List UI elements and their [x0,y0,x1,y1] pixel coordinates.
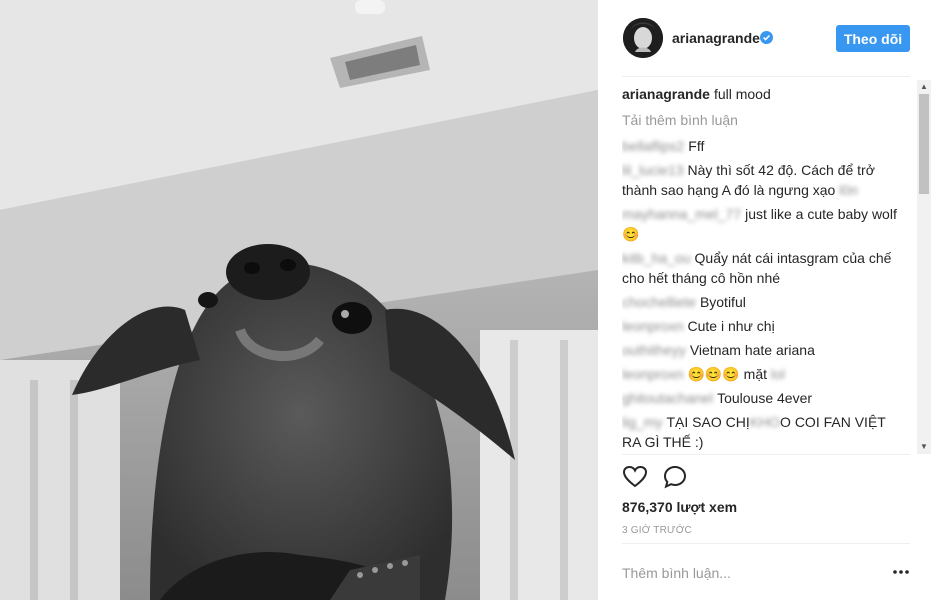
comment-username[interactable]: leonproxn [622,366,684,382]
comment-text: 😊😊😊 mặt [687,366,768,382]
comment-username[interactable]: ghitoutachanel [622,390,713,406]
comment-item: bellaflips2 Fff [622,136,908,156]
avatar[interactable] [623,18,663,58]
comment-username[interactable]: lil_lucie13 [622,162,683,178]
three-dots-icon[interactable] [892,563,910,581]
add-comment-input[interactable]: Thêm bình luận... [622,565,872,581]
comment-item: outhitheyy Vietnam hate ariana [622,340,908,360]
comment-text: TẠI SAO CHỊ [666,414,750,430]
comment-item: leonproxn 😊😊😊 mặt lol [622,364,908,384]
caption-text: full mood [713,86,771,102]
comment-masked-word: KHO [749,414,781,430]
comment-username[interactable]: leonproxn [622,318,684,334]
caption-username[interactable]: arianagrande [622,86,710,102]
scroll-down-arrow-icon[interactable]: ▼ [917,440,931,454]
comment-item: chochelliete Byotiful [622,292,908,312]
divider [622,76,910,77]
scrollbar-thumb[interactable] [919,94,929,194]
speech-bubble-icon[interactable] [662,464,688,490]
comment-username[interactable]: bellaflips2 [622,138,684,154]
comment-text: Vietnam hate ariana [689,342,815,358]
post-media[interactable] [0,0,598,600]
comment-text: Fff [688,138,705,154]
comment-item: kitb_ha_ou Quẩy nát cái intasgram của chế… [622,248,908,288]
comment-text: Byotiful [699,294,746,310]
comment-text: Toulouse 4ever [717,390,813,406]
avatar-image [623,18,663,58]
heart-outline-icon[interactable] [622,464,648,490]
comment-masked-word: lol [770,366,785,382]
divider [622,454,910,455]
follow-button[interactable]: Theo dõi [836,25,910,52]
comments-list[interactable]: arianagrande full mood Tải thêm bình luận… [622,84,908,454]
post-sidebar: arianagrande Theo dõi arianagrande full m… [598,0,933,600]
post-timestamp[interactable]: 3 GIỜ TRƯỚC [622,525,692,536]
scroll-up-arrow-icon[interactable]: ▲ [917,80,931,94]
comment-item: leonproxn Cute i như chị [622,316,908,336]
comment-text: Cute i như chị [687,318,775,334]
comment-username[interactable]: kitb_ha_ou [622,250,691,266]
post-header: arianagrande Theo dõi [598,0,933,76]
comment-item: lig_my TẠI SAO CHỊKHOO COI FAN VIỆT RA GÌ… [622,412,908,452]
comment-item: lil_lucie13 Này thì sốt 42 độ. Cách để tr… [622,160,908,200]
comment-username[interactable]: mayhanna_mel_77 [622,206,741,222]
comment-masked-word: l0n [839,182,858,198]
verified-badge-icon [760,31,773,44]
dog-photo [0,0,598,600]
comment-username[interactable]: outhitheyy [622,342,686,358]
comment-item: mayhanna_mel_77 just like a cute baby wol… [622,204,908,244]
load-more-comments-link[interactable]: Tải thêm bình luận [622,110,908,130]
comments-scrollbar[interactable]: ▲ ▼ [917,80,931,454]
caption: arianagrande full mood [622,84,908,104]
comment-username[interactable]: chochelliete [622,294,696,310]
view-count: 876,370 lượt xem [622,499,738,515]
comment-item: ghitoutachanel Toulouse 4ever [622,388,908,408]
divider [622,543,910,544]
header-username[interactable]: arianagrande [672,30,760,46]
comment-username[interactable]: lig_my [622,414,662,430]
